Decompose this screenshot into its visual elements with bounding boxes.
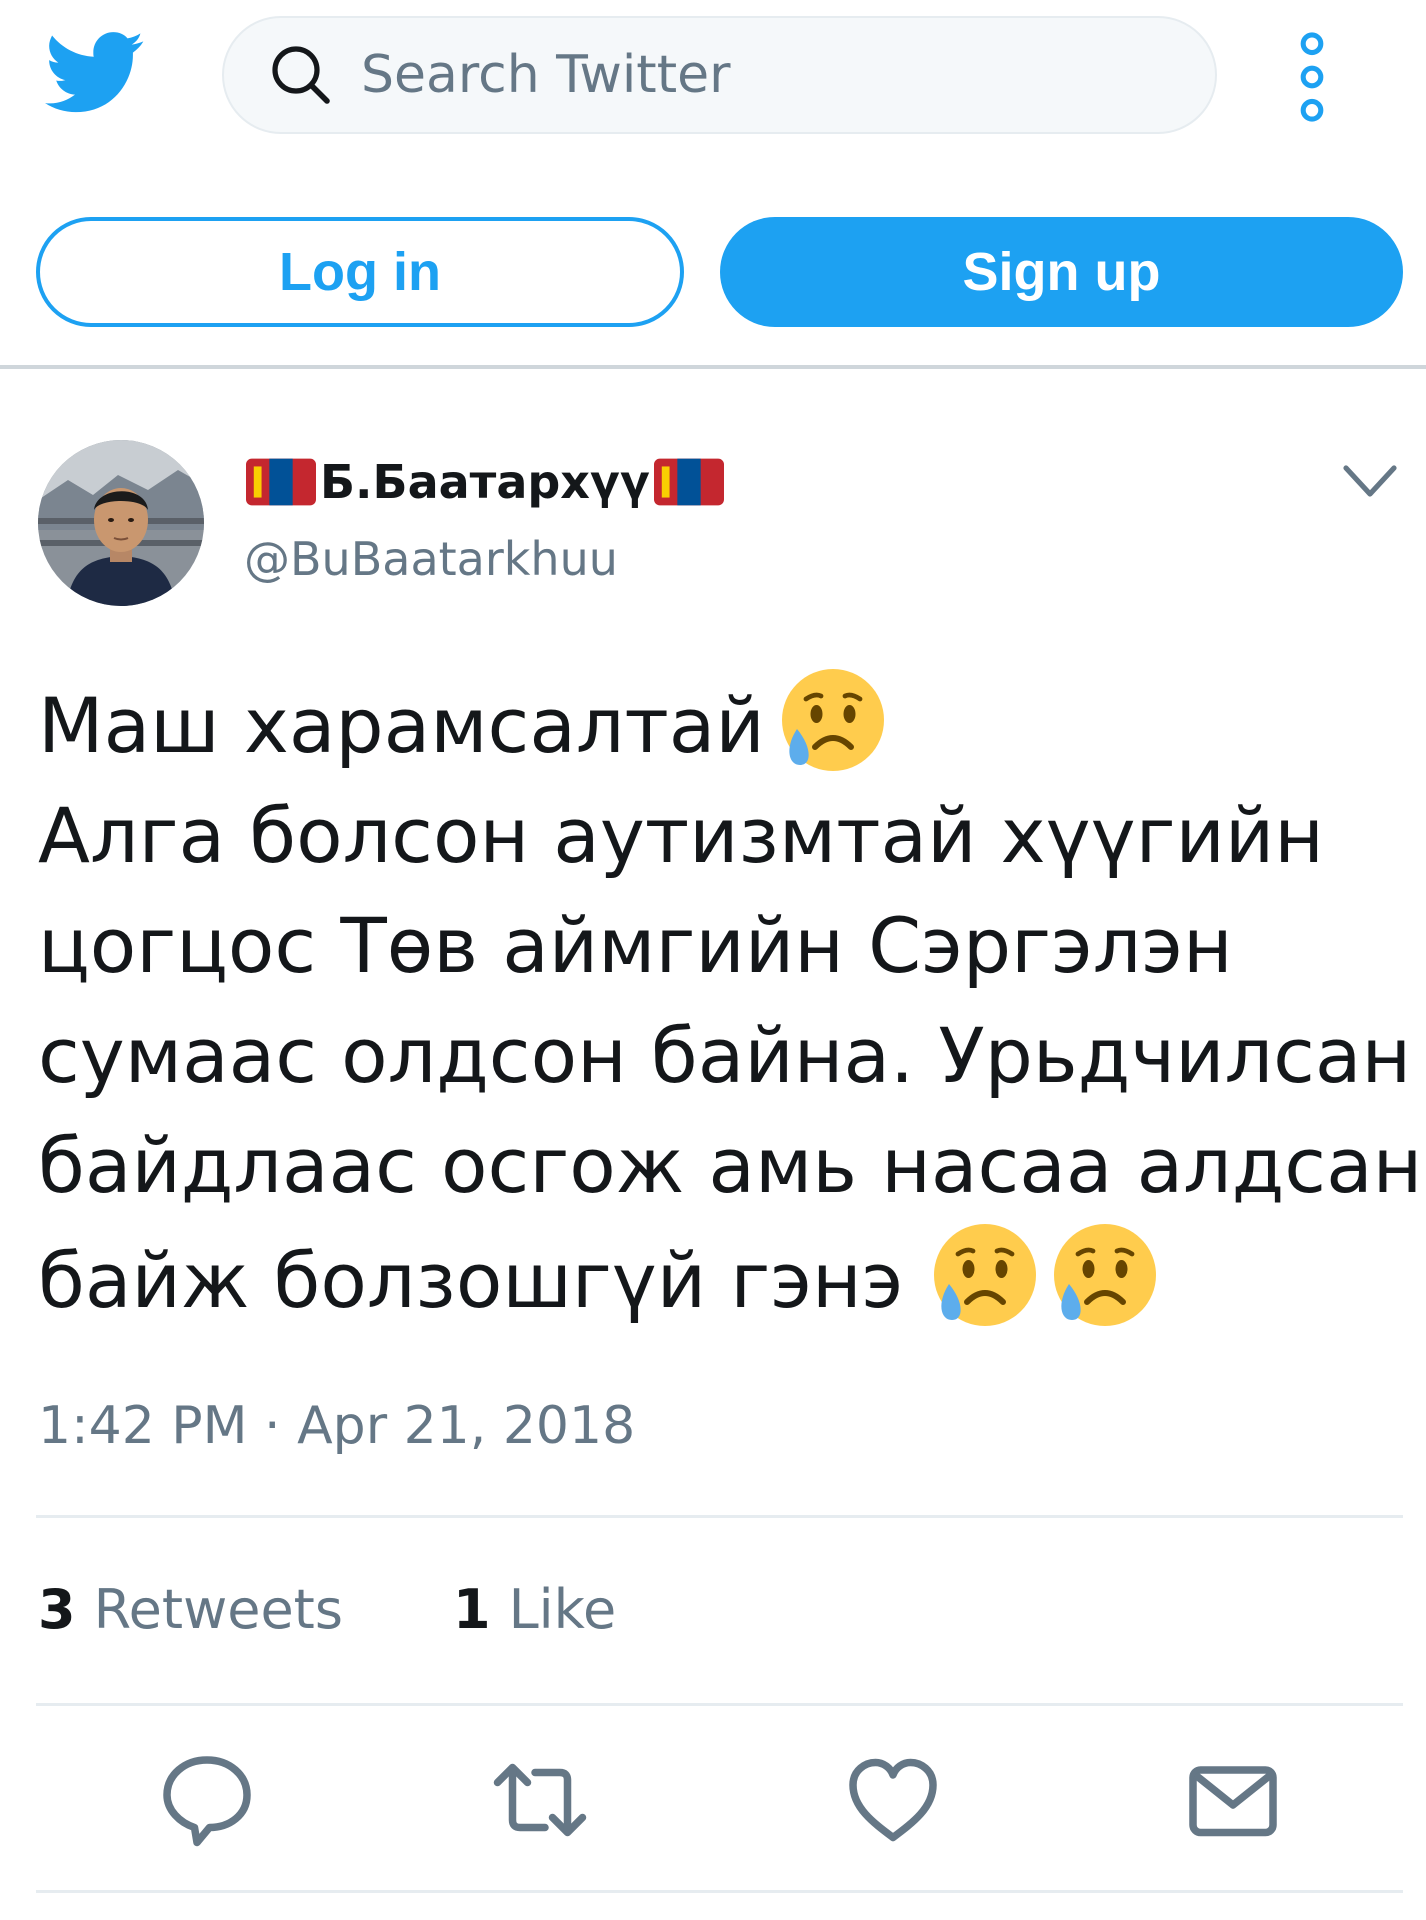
retweets-label: Retweets <box>93 1578 343 1641</box>
retweets-count: 3 <box>38 1578 76 1641</box>
tweet-text: Маш харамсалтай Алга болсон аутизмтай хү… <box>38 666 1423 1336</box>
search-input[interactable] <box>359 44 1123 106</box>
crying-face-emoji-icon <box>1054 1224 1157 1326</box>
tweet-line: байдлаас осгож амь насаа алдсан <box>38 1121 1423 1210</box>
tweet-line-text: байж болзошгүй гэнэ <box>38 1236 904 1325</box>
display-name-row[interactable]: Б.Баатархүү <box>246 452 724 512</box>
tweet-line: Маш харамсалтай <box>38 666 1418 781</box>
search-bar[interactable] <box>222 16 1217 134</box>
direct-message-icon[interactable] <box>1183 1750 1283 1850</box>
retweets-stat[interactable]: 3 Retweets <box>38 1578 343 1641</box>
crying-face-emoji-icon <box>934 1224 1037 1326</box>
mongolia-flag-icon <box>246 458 316 506</box>
tweet-line: байж болзошгүй гэнэ <box>38 1221 1418 1336</box>
like-icon[interactable] <box>843 1750 943 1850</box>
tweet-line: сумаас олдсон байна. Урьдчилсан <box>38 1011 1412 1100</box>
more-vertical-icon[interactable] <box>1292 32 1332 122</box>
tweet-timestamp[interactable]: 1:42 PM · Apr 21, 2018 <box>38 1396 635 1456</box>
tweet-line: цогцос Төв аймгийн Сэргэлэн <box>38 901 1233 990</box>
avatar[interactable] <box>38 440 204 606</box>
user-handle[interactable]: @BuBaatarkhuu <box>244 532 618 586</box>
likes-count: 1 <box>453 1578 491 1641</box>
header-divider <box>0 365 1426 369</box>
divider <box>36 1703 1403 1706</box>
chevron-down-icon[interactable] <box>1340 460 1400 504</box>
twitter-logo-icon[interactable] <box>45 28 145 118</box>
reply-icon[interactable] <box>157 1750 257 1850</box>
tweet-line: Алга болсон аутизмтай хүүгийн <box>38 791 1324 880</box>
likes-stat[interactable]: 1 Like <box>453 1578 616 1641</box>
crying-face-emoji-icon <box>781 669 884 771</box>
mongolia-flag-icon <box>653 458 724 506</box>
divider <box>36 1890 1403 1893</box>
signup-button[interactable]: Sign up <box>720 217 1403 327</box>
divider <box>36 1515 1403 1518</box>
tweet-line-text: Маш харамсалтай <box>38 681 765 770</box>
login-button[interactable]: Log in <box>36 217 684 327</box>
avatar-photo <box>38 440 204 606</box>
likes-label: Like <box>508 1578 617 1641</box>
tweet-stats: 3 Retweets 1 Like <box>38 1578 616 1641</box>
display-name[interactable]: Б.Баатархүү <box>320 455 650 509</box>
retweet-icon[interactable] <box>490 1750 590 1850</box>
search-icon <box>272 46 330 104</box>
